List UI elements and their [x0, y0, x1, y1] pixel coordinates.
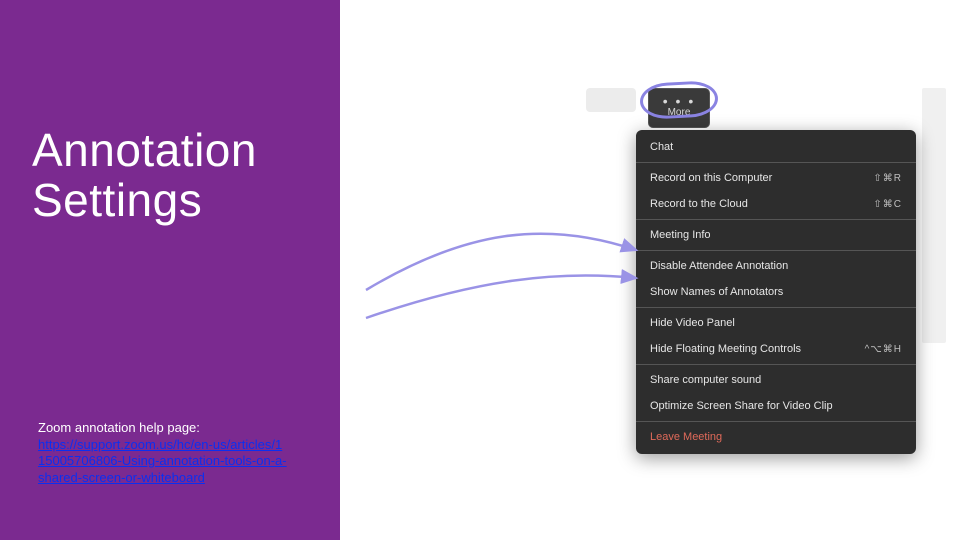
- menu-item[interactable]: Optimize Screen Share for Video Clip: [636, 393, 916, 419]
- menu-separator: [636, 421, 916, 422]
- menu-item-label: Leave Meeting: [650, 431, 722, 443]
- help-text-block: Zoom annotation help page: https://suppo…: [38, 420, 288, 487]
- menu-separator: [636, 307, 916, 308]
- menu-item-label: Show Names of Annotators: [650, 286, 783, 298]
- background-shape-left: [586, 88, 636, 112]
- menu-item[interactable]: Show Names of Annotators: [636, 279, 916, 305]
- menu-item[interactable]: Disable Attendee Annotation: [636, 253, 916, 279]
- menu-item-label: Chat: [650, 141, 673, 153]
- menu-item-label: Meeting Info: [650, 229, 711, 241]
- menu-item[interactable]: Chat: [636, 134, 916, 160]
- more-label: More: [668, 107, 691, 118]
- menu-item-shortcut: ^⌥⌘H: [865, 344, 902, 355]
- menu-separator: [636, 250, 916, 251]
- menu-item-label: Record on this Computer: [650, 172, 772, 184]
- menu-item-label: Disable Attendee Annotation: [650, 260, 788, 272]
- left-panel: Annotation Settings Zoom annotation help…: [0, 0, 340, 540]
- menu-item-label: Hide Video Panel: [650, 317, 735, 329]
- menu-item[interactable]: Hide Video Panel: [636, 310, 916, 336]
- background-shape-right: [922, 88, 946, 343]
- title-line-1: Annotation: [32, 124, 257, 176]
- menu-item-label: Record to the Cloud: [650, 198, 748, 210]
- help-intro: Zoom annotation help page:: [38, 420, 200, 435]
- menu-item[interactable]: Hide Floating Meeting Controls ^⌥⌘H: [636, 336, 916, 362]
- menu-item[interactable]: Share computer sound: [636, 367, 916, 393]
- menu-item-shortcut: ⇧⌘R: [873, 173, 902, 184]
- ellipsis-icon: • • •: [663, 98, 695, 104]
- menu-item-label: Hide Floating Meeting Controls: [650, 343, 801, 355]
- menu-item-label: Share computer sound: [650, 374, 761, 386]
- menu-item[interactable]: Record to the Cloud ⇧⌘C: [636, 191, 916, 217]
- menu-separator: [636, 364, 916, 365]
- menu-item[interactable]: Meeting Info: [636, 222, 916, 248]
- slide-title: Annotation Settings: [32, 126, 257, 225]
- menu-item-label: Optimize Screen Share for Video Clip: [650, 400, 833, 412]
- annotation-arrow-1: [346, 120, 646, 300]
- annotation-arrow-2: [346, 150, 646, 330]
- menu-item-shortcut: ⇧⌘C: [873, 199, 902, 210]
- menu-item[interactable]: Leave Meeting: [636, 424, 916, 450]
- right-content-area: • • • More Chat Record on this Computer ⇧⌘…: [340, 0, 960, 540]
- more-dropdown-menu: Chat Record on this Computer ⇧⌘R Record to …: [636, 130, 916, 454]
- help-link[interactable]: https://support.zoom.us/hc/en-us/article…: [38, 437, 287, 485]
- more-button[interactable]: • • • More: [648, 88, 710, 128]
- menu-separator: [636, 162, 916, 163]
- title-line-2: Settings: [32, 174, 202, 226]
- menu-separator: [636, 219, 916, 220]
- menu-item[interactable]: Record on this Computer ⇧⌘R: [636, 165, 916, 191]
